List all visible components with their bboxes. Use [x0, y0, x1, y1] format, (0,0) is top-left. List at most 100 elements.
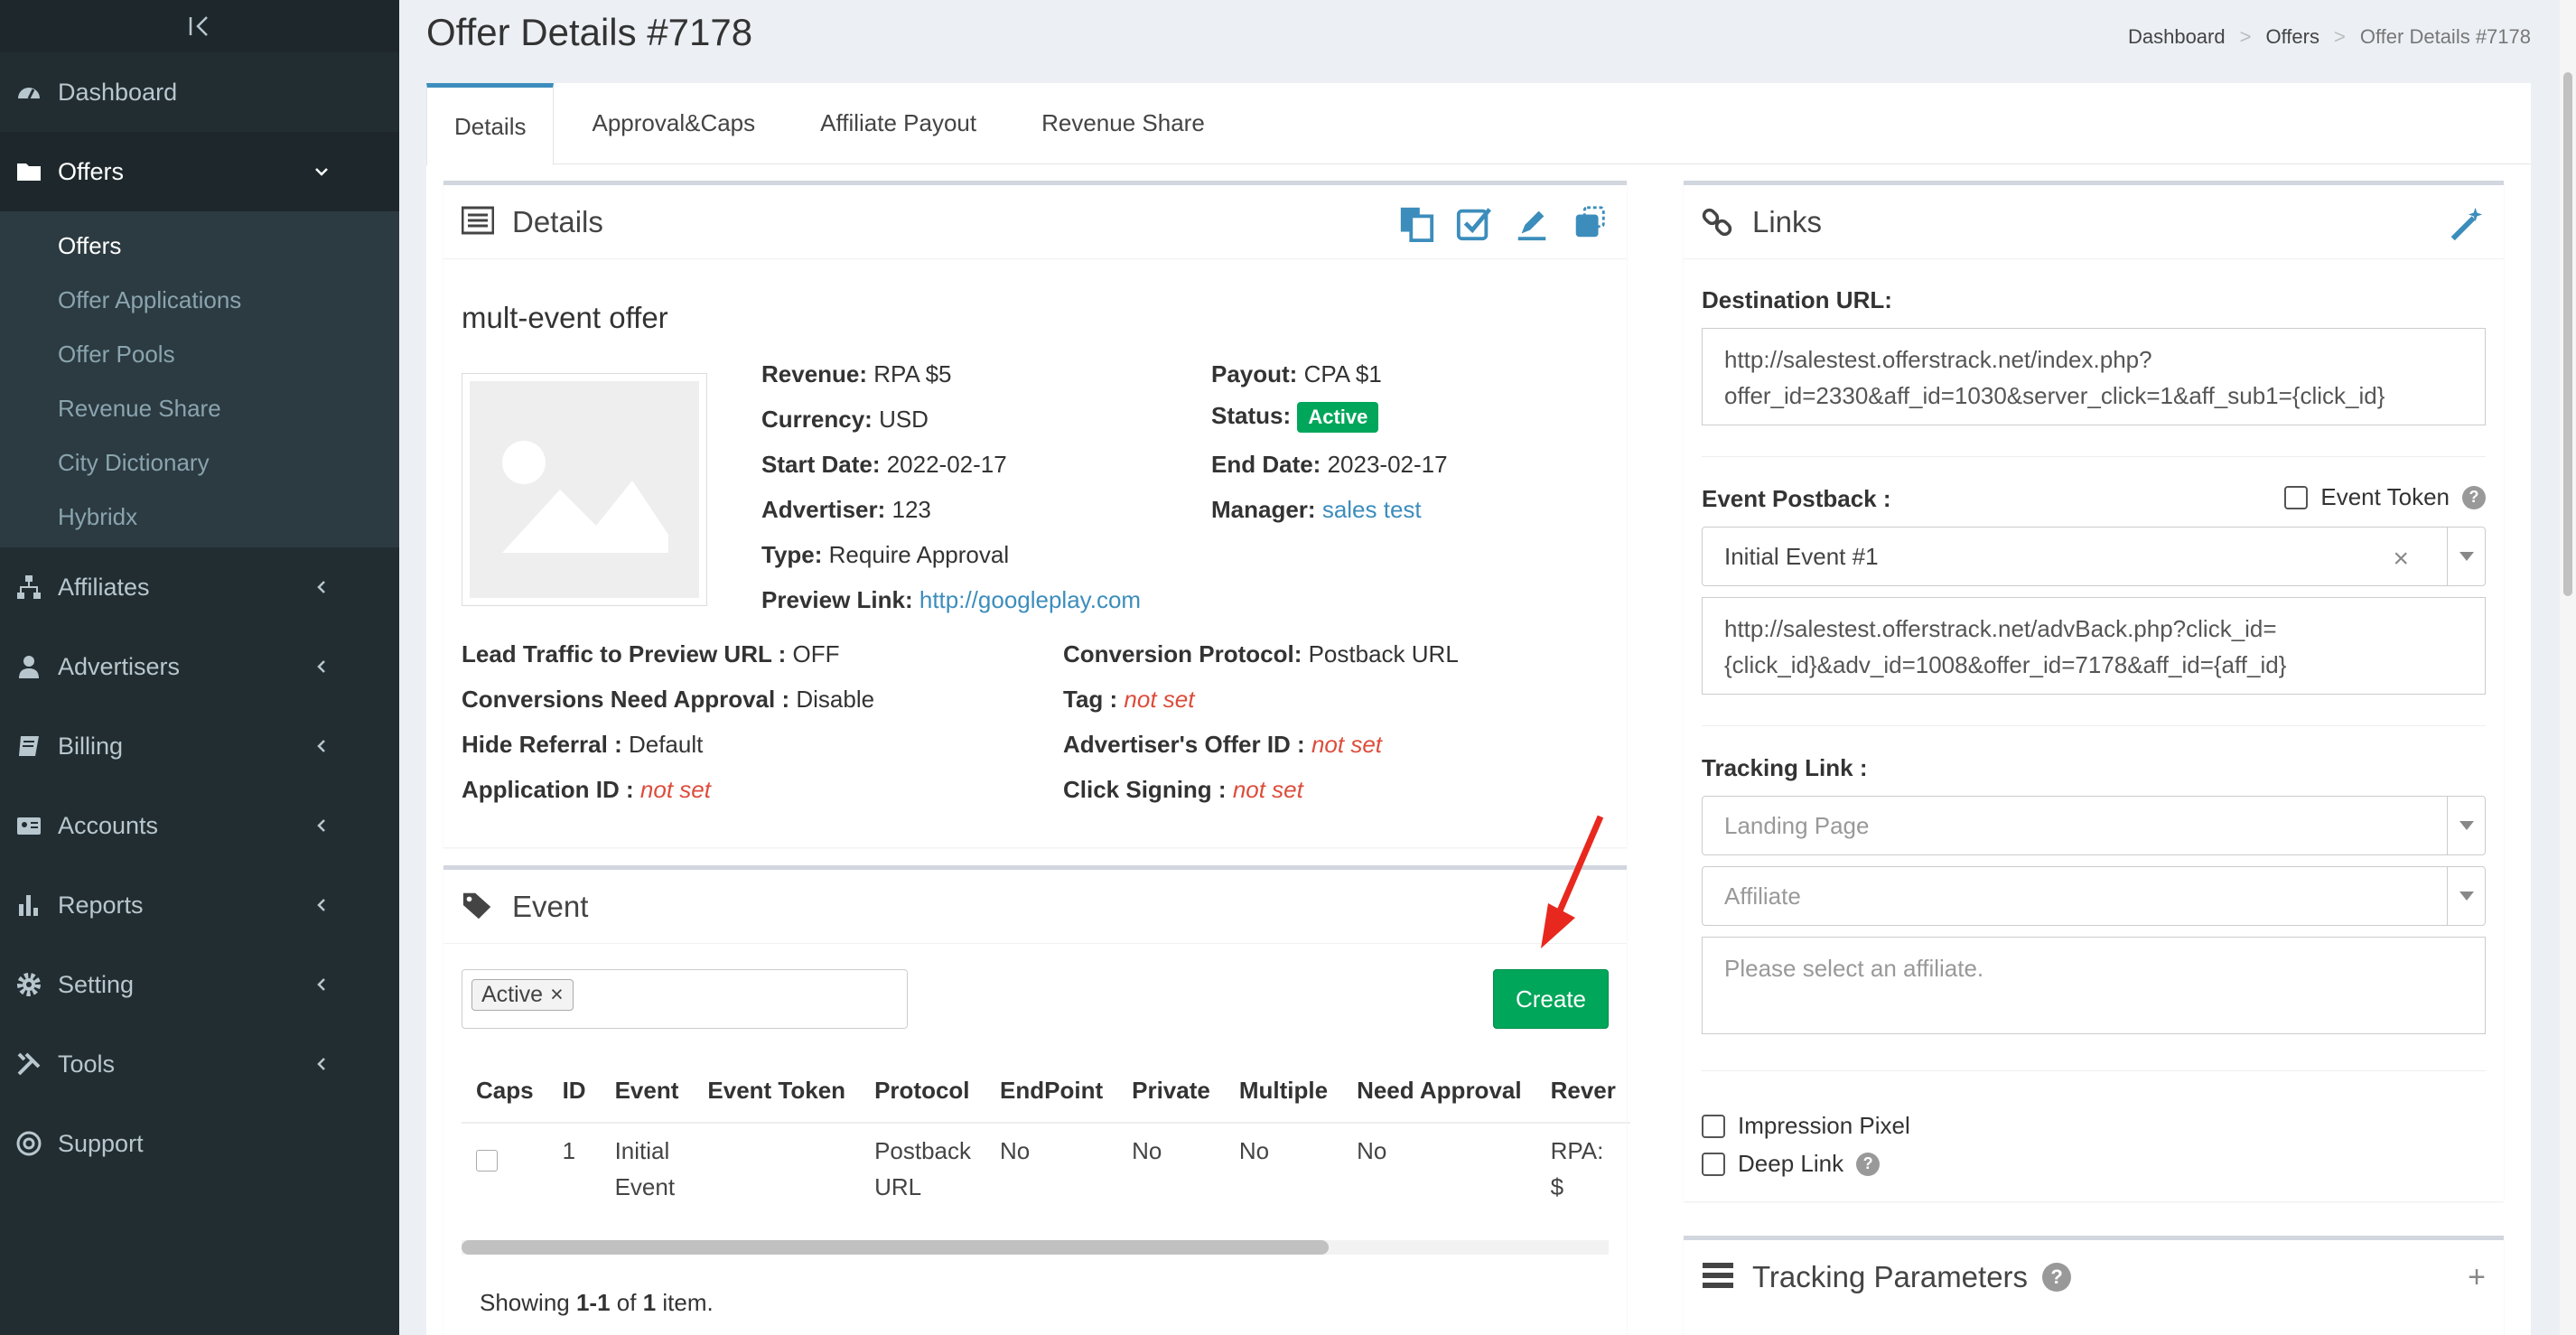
- preview-link[interactable]: http://googleplay.com: [919, 586, 1141, 613]
- sidebar-item-label: Offers: [58, 157, 125, 185]
- magic-wand-icon[interactable]: [2448, 203, 2486, 241]
- tracking-parameters-title: Tracking Parameters: [1752, 1260, 2029, 1293]
- sidebar-item-dashboard[interactable]: Dashboard: [0, 52, 399, 132]
- end-date-field: End Date: 2023-02-17: [1211, 451, 1448, 478]
- breadcrumb-offers[interactable]: Offers: [2265, 25, 2319, 49]
- tab-details[interactable]: Details: [426, 83, 555, 165]
- links-tools: [2448, 203, 2486, 241]
- cell-revenue: RPA: $: [1550, 1137, 1604, 1200]
- sidebar-item-tools[interactable]: Tools: [0, 1024, 399, 1104]
- type-field: Type: Require Approval: [761, 541, 1010, 568]
- event-box: Event Active × Create Caps ID Event Even…: [443, 865, 1630, 1335]
- divider: [1702, 456, 2486, 457]
- page-scrollbar[interactable]: [2560, 0, 2576, 1335]
- col-caps[interactable]: Caps: [462, 1060, 548, 1124]
- event-postback-select[interactable]: Initial Event #1 ×: [1702, 527, 2486, 586]
- tab-affiliate-payout[interactable]: Affiliate Payout: [793, 83, 1003, 163]
- col-event-token[interactable]: Event Token: [693, 1060, 861, 1124]
- event-postback-url-textarea[interactable]: http://salestest.offerstrack.net/advBack…: [1702, 597, 2486, 695]
- landing-page-select[interactable]: Landing Page: [1702, 796, 2486, 855]
- col-protocol[interactable]: Protocol: [860, 1060, 986, 1124]
- sidebar-item-label: Tools: [58, 1050, 116, 1078]
- col-revenue[interactable]: Rever: [1535, 1060, 1630, 1124]
- hide-referral-field: Hide Referral : Default: [462, 731, 704, 758]
- preview-link-field: Preview Link: http://googleplay.com: [761, 586, 1142, 613]
- divider: [1702, 1070, 2486, 1071]
- approve-check-icon[interactable]: [1455, 203, 1493, 241]
- dropdown-arrow-icon[interactable]: [2447, 797, 2485, 854]
- breadcrumb-dashboard[interactable]: Dashboard: [2128, 25, 2226, 49]
- links-title: Links: [1752, 204, 1823, 238]
- event-token-checkbox[interactable]: [2284, 485, 2309, 509]
- start-date-field: Start Date: 2022-02-17: [761, 451, 1007, 478]
- landing-page-placeholder: Landing Page: [1724, 811, 1870, 839]
- submenu-item-offer-applications[interactable]: Offer Applications: [0, 273, 399, 327]
- submenu-item-city-dictionary[interactable]: City Dictionary: [0, 435, 399, 490]
- sidebar-item-setting[interactable]: Setting: [0, 945, 399, 1024]
- conversion-protocol-field: Conversion Protocol: Postback URL: [1063, 640, 1459, 668]
- sidebar-item-billing[interactable]: Billing: [0, 706, 399, 786]
- divider: [1702, 725, 2486, 726]
- clear-selection-icon[interactable]: ×: [2393, 544, 2409, 574]
- submenu-item-offers[interactable]: Offers: [0, 219, 399, 273]
- tag-field: Tag : not set: [1063, 686, 1195, 713]
- chevron-left-icon: [313, 737, 331, 755]
- manager-link[interactable]: sales test: [1322, 496, 1422, 523]
- sidebar-collapse-button[interactable]: [0, 0, 399, 52]
- create-event-button[interactable]: Create: [1493, 969, 1609, 1029]
- sidebar-item-accounts[interactable]: Accounts: [0, 786, 399, 865]
- event-table: Caps ID Event Event Token Protocol EndPo…: [462, 1060, 1630, 1214]
- submenu-item-offer-pools[interactable]: Offer Pools: [0, 327, 399, 381]
- chevron-left-icon: [313, 578, 331, 596]
- event-status-filter[interactable]: Active ×: [462, 969, 908, 1029]
- manager-field: Manager: sales test: [1211, 496, 1422, 523]
- filter-tag-active: Active ×: [471, 979, 574, 1011]
- sidebar-item-advertisers[interactable]: Advertisers: [0, 627, 399, 706]
- tracking-link-textarea[interactable]: Please select an affiliate.: [1702, 937, 2486, 1034]
- tab-approval-caps[interactable]: Approval&Caps: [565, 83, 782, 163]
- dropdown-arrow-icon[interactable]: [2447, 527, 2485, 585]
- clone-icon[interactable]: [1571, 203, 1609, 241]
- page-scrollbar-thumb[interactable]: [2563, 72, 2572, 596]
- help-icon[interactable]: ?: [1856, 1152, 1881, 1176]
- deep-link-option: Deep Link ?: [1702, 1150, 1881, 1178]
- col-private[interactable]: Private: [1117, 1060, 1225, 1124]
- expand-plus-icon[interactable]: +: [2468, 1260, 2486, 1295]
- folder-icon: [14, 157, 43, 186]
- submenu-item-hybridx[interactable]: Hybridx: [0, 490, 399, 544]
- help-icon[interactable]: ?: [2042, 1263, 2072, 1292]
- table-horizontal-scrollbar[interactable]: [462, 1240, 1609, 1255]
- col-id[interactable]: ID: [547, 1060, 601, 1124]
- affiliate-select[interactable]: Affiliate: [1702, 866, 2486, 926]
- offer-name: mult-event offer: [462, 301, 668, 334]
- tracking-parameters-tools: +: [2468, 1260, 2486, 1295]
- event-token-label: Event Token: [2320, 483, 2450, 510]
- collapse-icon: [189, 16, 208, 36]
- impression-pixel-checkbox[interactable]: [1702, 1114, 1725, 1138]
- deep-link-checkbox[interactable]: [1702, 1152, 1725, 1176]
- tracking-parameters-header[interactable]: Tracking Parameters ? +: [1684, 1240, 2504, 1314]
- destination-url-textarea[interactable]: http://salestest.offerstrack.net/index.p…: [1702, 328, 2486, 425]
- col-multiple[interactable]: Multiple: [1224, 1060, 1343, 1124]
- tab-revenue-share[interactable]: Revenue Share: [1014, 83, 1232, 163]
- sidebar-item-reports[interactable]: Reports: [0, 865, 399, 945]
- sidebar-item-support[interactable]: Support: [0, 1104, 399, 1183]
- col-endpoint[interactable]: EndPoint: [985, 1060, 1118, 1124]
- caps-checkbox[interactable]: [476, 1150, 498, 1172]
- scrollbar-thumb[interactable]: [462, 1240, 1329, 1255]
- col-need-approval[interactable]: Need Approval: [1342, 1060, 1536, 1124]
- remove-tag-icon[interactable]: ×: [550, 982, 564, 1008]
- links-box: Links Destination URL: http://salestest.…: [1684, 181, 2504, 1201]
- sidebar-item-offers[interactable]: Offers: [0, 132, 399, 211]
- copy-icon[interactable]: [1397, 203, 1435, 242]
- col-event[interactable]: Event: [600, 1060, 694, 1124]
- dropdown-arrow-icon[interactable]: [2447, 867, 2485, 925]
- submenu-item-revenue-share[interactable]: Revenue Share: [0, 381, 399, 435]
- sitemap-icon: [14, 573, 43, 602]
- sidebar-item-label: Reports: [58, 891, 144, 919]
- breadcrumb: Dashboard > Offers > Offer Details #7178: [2128, 25, 2531, 49]
- edit-pencil-icon[interactable]: [1513, 203, 1551, 241]
- sidebar-item-affiliates[interactable]: Affiliates: [0, 547, 399, 627]
- help-icon[interactable]: ?: [2462, 485, 2486, 509]
- event-header: Event: [443, 870, 1627, 944]
